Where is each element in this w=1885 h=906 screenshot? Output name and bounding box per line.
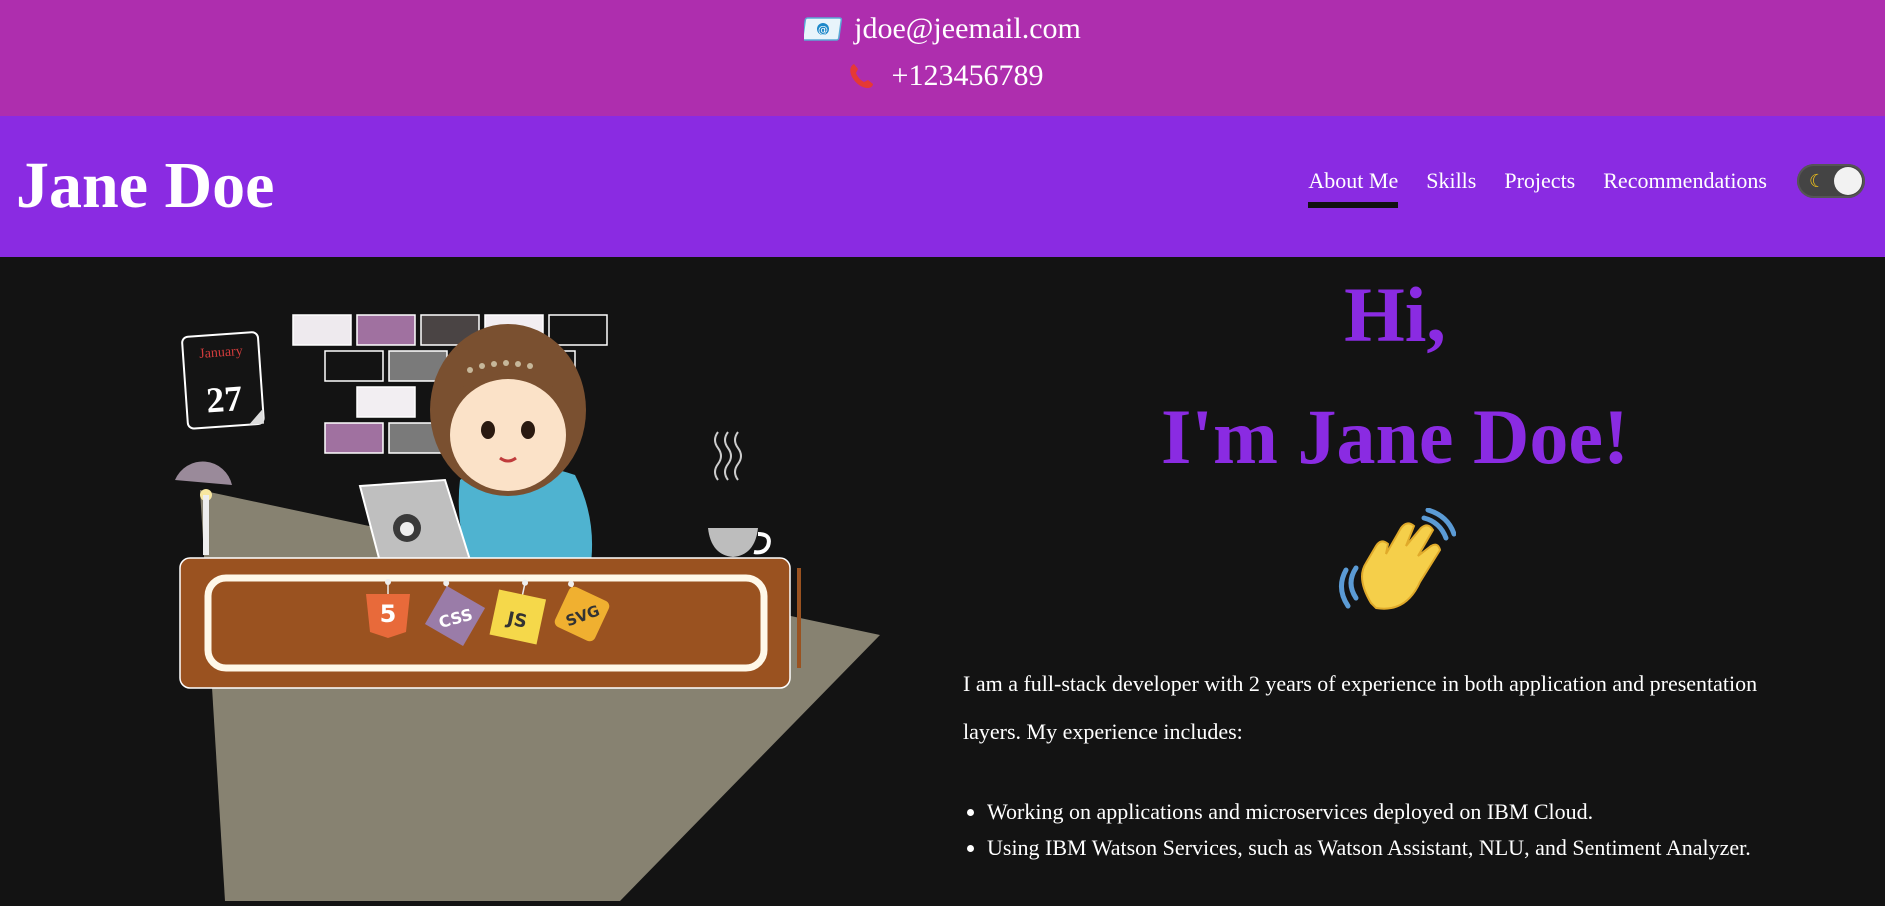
greeting-hi: Hi,	[1344, 271, 1446, 358]
html5-label: 5	[380, 600, 397, 628]
nav-projects[interactable]: Projects	[1504, 168, 1575, 208]
email-link[interactable]: jdoe@jeemail.com	[854, 11, 1081, 47]
contact-bar: @ jdoe@jeemail.com +123456789	[0, 0, 1885, 116]
experience-list: Working on applications and microservice…	[963, 794, 1885, 866]
phone-icon	[842, 60, 882, 92]
nav-about-me[interactable]: About Me	[1308, 168, 1398, 208]
site-header: Jane Doe About Me Skills Projects Recomm…	[0, 116, 1885, 257]
calendar-icon: January 27	[181, 331, 265, 430]
toggle-knob	[1834, 167, 1862, 195]
desk	[179, 557, 801, 689]
intro-paragraph: I am a full-stack developer with 2 years…	[963, 671, 1758, 744]
phone-link[interactable]: +123456789	[892, 58, 1044, 94]
svg-text:@: @	[818, 25, 828, 36]
waving-hand-icon	[1336, 507, 1457, 628]
nav-recommendations[interactable]: Recommendations	[1603, 168, 1767, 208]
phone-row[interactable]: +123456789	[0, 58, 1885, 94]
greeting-name: I'm Jane Doe!	[1161, 393, 1629, 480]
envelope-icon: @	[804, 13, 844, 45]
list-item: Working on applications and microservice…	[987, 794, 1885, 830]
developer-illustration: January 27 5 CSS JS SVG	[170, 300, 890, 901]
coffee-cup-icon	[708, 431, 771, 557]
moon-icon: ☾	[1809, 171, 1826, 191]
calendar-day: 27	[205, 378, 244, 420]
calendar-month: January	[199, 344, 243, 362]
nav-skills[interactable]: Skills	[1426, 168, 1476, 208]
theme-toggle[interactable]: ☾	[1797, 164, 1865, 198]
list-item: Using IBM Watson Services, such as Watso…	[987, 830, 1885, 866]
site-title[interactable]: Jane Doe	[16, 146, 274, 226]
email-row[interactable]: @ jdoe@jeemail.com	[0, 11, 1885, 47]
main-nav: About Me Skills Projects Recommendations	[1280, 168, 1767, 208]
